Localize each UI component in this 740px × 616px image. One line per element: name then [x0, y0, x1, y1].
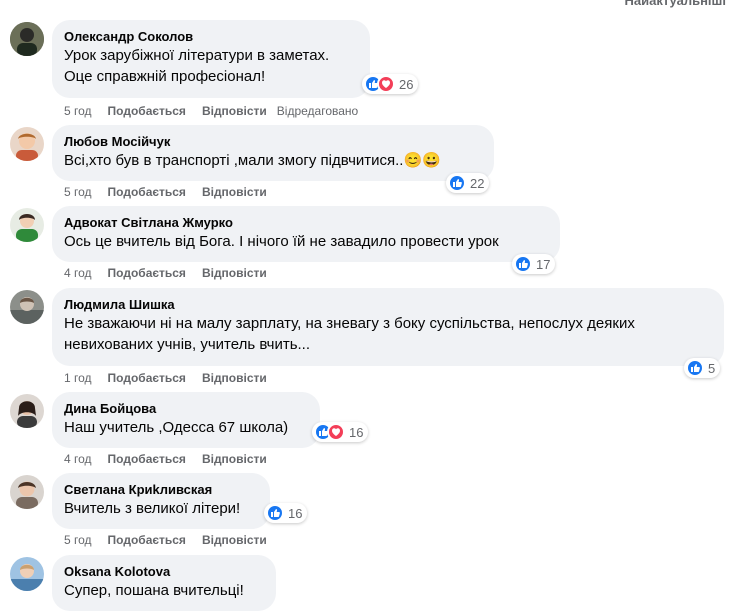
sort-label[interactable]: Найактуальніші	[625, 0, 727, 8]
reaction-summary[interactable]: 26	[362, 74, 419, 94]
comment-author[interactable]: Дина Бойцова	[64, 400, 308, 417]
comment-timestamp[interactable]: 4 год	[64, 452, 92, 466]
avatar-image	[10, 22, 44, 56]
avatar-image	[10, 290, 44, 324]
like-button[interactable]: Подобається	[108, 185, 186, 199]
like-button[interactable]: Подобається	[108, 104, 186, 118]
comment-author[interactable]: Людмила Шишка	[64, 296, 712, 313]
reaction-summary[interactable]: 16	[264, 503, 308, 523]
reply-button[interactable]: Відповісти	[202, 185, 267, 199]
comment-text-line: Вчитель з великої літери!	[64, 500, 241, 517]
reaction-summary[interactable]: 17	[512, 254, 556, 274]
reaction-summary[interactable]: 5	[684, 358, 721, 378]
avatar-image	[10, 475, 44, 509]
avatar-image	[10, 127, 44, 161]
comment-timestamp[interactable]: 1 год	[64, 371, 92, 385]
comment-author[interactable]: Олександр Соколов	[64, 28, 358, 45]
edited-label[interactable]: Відредаговано	[277, 104, 358, 118]
like-reaction-icon	[686, 359, 704, 377]
reaction-count: 26	[399, 76, 414, 92]
avatar-image	[10, 557, 44, 591]
comment-bubble: Людмила Шишка Не зважаючи ні на малу зар…	[52, 288, 724, 366]
comment-text-line: Ось це вчитель від Бога. І нічого їй не …	[64, 233, 499, 250]
comment-author[interactable]: Oksana Kolotova	[64, 563, 264, 580]
like-reaction-icon	[266, 504, 284, 522]
comment-author[interactable]: Любов Мосійчук	[64, 133, 482, 150]
love-reaction-icon	[327, 423, 345, 441]
comment-text: Урок зарубіжної літератури в заметах. Оц…	[64, 45, 358, 87]
comment-actions: 4 год Подобається Відповісти	[64, 452, 267, 466]
comment-timestamp[interactable]: 4 год	[64, 266, 92, 280]
comment-actions: 4 год Подобається Відповісти	[64, 266, 267, 280]
comment-text-line: Оце справжній професіонал!	[64, 68, 266, 85]
comment-text-line: Супер, пошана вчительці!	[64, 582, 244, 599]
reaction-count: 5	[708, 360, 716, 376]
comment-text: Супер, пошана вчительці!	[64, 580, 264, 601]
comment-text: Наш учитель ,Одесса 67 школа)	[64, 417, 308, 438]
comment-author[interactable]: Светлана Криkливская	[64, 481, 258, 498]
comment-text-line: Урок зарубіжної літератури в заметах.	[64, 47, 330, 64]
avatar[interactable]	[10, 290, 44, 324]
comment-text: Не зважаючи ні на малу зарплату, на знев…	[64, 313, 712, 355]
comment-timestamp[interactable]: 5 год	[64, 104, 92, 118]
like-button[interactable]: Подобається	[108, 533, 186, 547]
comment-actions: 5 год Подобається Відповісти Відредагова…	[64, 104, 358, 118]
like-reaction-icon	[514, 255, 532, 273]
avatar-image	[10, 208, 44, 242]
avatar-image	[10, 394, 44, 428]
comment-bubble: Олександр Соколов Урок зарубіжної літера…	[52, 20, 370, 98]
comment-actions: 5 год Подобається Відповісти	[64, 185, 267, 199]
comment-bubble: Любов Мосійчук Всі,хто був в транспорті …	[52, 125, 494, 181]
comment-actions: 5 год Подобається Відповісти	[64, 533, 267, 547]
comment-text-line: Не зважаючи ні на малу зарплату, на знев…	[64, 315, 635, 332]
comment-bubble: Адвокат Світлана Жмурко Ось це вчитель в…	[52, 206, 560, 262]
reaction-summary[interactable]: 16	[312, 422, 369, 442]
reply-button[interactable]: Відповісти	[202, 533, 267, 547]
reply-button[interactable]: Відповісти	[202, 266, 267, 280]
comment-actions: 1 год Подобається Відповісти	[64, 371, 267, 385]
comment-bubble: Дина Бойцова Наш учитель ,Одесса 67 школ…	[52, 392, 320, 448]
comment-bubble: Светлана Криkливская Вчитель з великої л…	[52, 473, 270, 529]
comment-text-line: невихованих учнів, учитель вчить...	[64, 336, 311, 353]
love-reaction-icon	[377, 75, 395, 93]
comment-timestamp[interactable]: 5 год	[64, 185, 92, 199]
comment-author[interactable]: Адвокат Світлана Жмурко	[64, 214, 548, 231]
like-button[interactable]: Подобається	[108, 452, 186, 466]
comment-text: Вчитель з великої літери!	[64, 498, 258, 519]
like-button[interactable]: Подобається	[108, 266, 186, 280]
comment-timestamp[interactable]: 5 год	[64, 533, 92, 547]
comment-text: Всі,хто був в транспорті ,мали змогу під…	[64, 150, 482, 171]
avatar[interactable]	[10, 394, 44, 428]
reaction-count: 22	[470, 175, 485, 191]
avatar[interactable]	[10, 127, 44, 161]
reaction-count: 17	[536, 256, 551, 272]
avatar[interactable]	[10, 22, 44, 56]
reaction-count: 16	[349, 424, 364, 440]
comment-text-line: Всі,хто був в транспорті ,мали змогу під…	[64, 152, 441, 169]
reply-button[interactable]: Відповісти	[202, 452, 267, 466]
like-reaction-icon	[448, 174, 466, 192]
avatar[interactable]	[10, 208, 44, 242]
comment-bubble: Oksana Kolotova Супер, пошана вчительці!	[52, 555, 276, 611]
comment-text: Ось це вчитель від Бога. І нічого їй не …	[64, 231, 548, 252]
reply-button[interactable]: Відповісти	[202, 371, 267, 385]
reply-button[interactable]: Відповісти	[202, 104, 267, 118]
like-button[interactable]: Подобається	[108, 371, 186, 385]
reaction-count: 16	[288, 505, 303, 521]
avatar[interactable]	[10, 557, 44, 591]
avatar[interactable]	[10, 475, 44, 509]
comment-text-line: Наш учитель ,Одесса 67 школа)	[64, 419, 289, 436]
reaction-summary[interactable]: 22	[446, 173, 490, 193]
